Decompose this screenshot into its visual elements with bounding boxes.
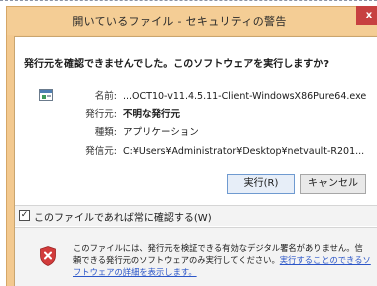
always-ask-checkbox[interactable]: ✓ xyxy=(19,210,30,221)
publisher-row: 発行元: 不明な発行元 xyxy=(75,106,180,122)
title-bar[interactable]: 開いているファイル - セキュリティの警告 x xyxy=(7,6,377,35)
cancel-button[interactable]: キャンセル xyxy=(300,174,366,194)
type-label: 種類: xyxy=(94,127,117,138)
security-shield-icon xyxy=(40,246,56,266)
from-label: 発信元: xyxy=(85,146,117,157)
publisher-value: 不明な発行元 xyxy=(123,109,181,120)
prompt-question: 発行元を確認できませんでした。このソフトウェアを実行しますか? xyxy=(24,59,330,70)
name-label: 名前: xyxy=(94,91,117,102)
close-button[interactable]: x xyxy=(356,6,377,25)
type-value: アプリケーション xyxy=(123,127,199,138)
dialog-title: 開いているファイル - セキュリティの警告 xyxy=(72,15,287,28)
always-ask-section: ✓ このファイルであれば常に確認する(W) xyxy=(15,206,377,226)
type-row: 種類: アプリケーション xyxy=(75,124,199,140)
security-warning-dialog: 開いているファイル - セキュリティの警告 x 発行元を確認できませんでした。こ… xyxy=(6,6,377,286)
run-button[interactable]: 実行(R) xyxy=(227,174,295,194)
warning-section: このファイルには、発行元を検証できる有効なデジタル署名がありません。信頼できる発… xyxy=(15,228,377,286)
name-value: ...OCT10-v11.4.5.11-Client-WindowsX86Pur… xyxy=(123,91,367,102)
from-value: C:¥Users¥Administrator¥Desktop¥netvault-… xyxy=(123,146,365,157)
screen: 開いているファイル - セキュリティの警告 x 発行元を確認できませんでした。こ… xyxy=(0,0,377,286)
from-row: 発信元: C:¥Users¥Administrator¥Desktop¥netva… xyxy=(75,143,364,159)
always-ask-label[interactable]: このファイルであれば常に確認する(W) xyxy=(34,209,212,224)
warning-message: このファイルには、発行元を検証できる有効なデジタル署名がありません。信頼できる発… xyxy=(73,242,371,278)
close-icon: x xyxy=(365,10,373,21)
name-row: 名前: ...OCT10-v11.4.5.11-Client-WindowsX86… xyxy=(75,88,366,104)
dialog-body: 発行元を確認できませんでした。このソフトウェアを実行しますか? 名前: ...OC… xyxy=(14,36,377,286)
application-icon xyxy=(39,89,53,101)
publisher-label: 発行元: xyxy=(85,109,117,120)
checkmark-icon: ✓ xyxy=(20,210,29,220)
